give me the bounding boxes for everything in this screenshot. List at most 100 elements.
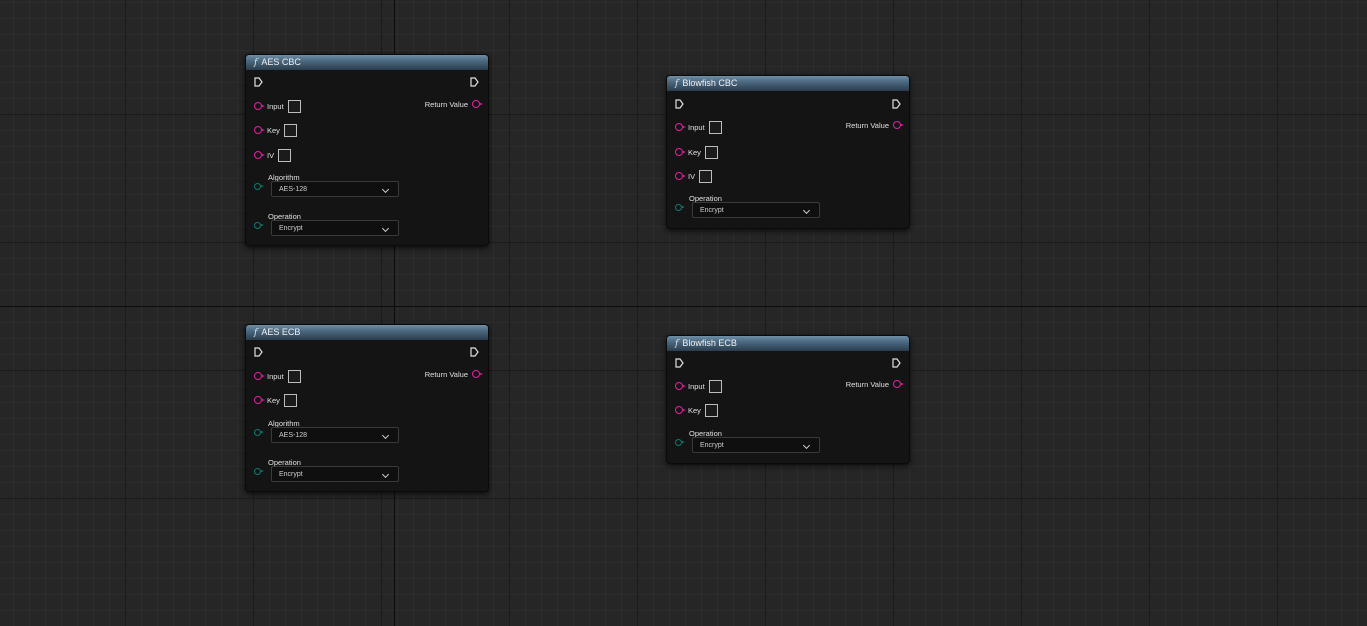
exec-in-pin-icon[interactable] bbox=[675, 99, 684, 109]
key-pin-row[interactable]: Key bbox=[675, 145, 718, 159]
function-icon: f bbox=[254, 328, 258, 338]
chevron-down-icon bbox=[381, 431, 390, 440]
input-pin-label: Input bbox=[688, 122, 705, 132]
iv-pin-label: IV bbox=[688, 171, 696, 181]
data-pin-icon[interactable] bbox=[472, 370, 483, 378]
node-title: Blowfish CBC bbox=[682, 78, 738, 88]
blueprint-graph-canvas[interactable]: f AES CBC Input Key IV Return Value Algo… bbox=[0, 0, 1367, 626]
key-pin-label: Key bbox=[688, 405, 701, 415]
key-pin-row[interactable]: Key bbox=[254, 393, 297, 407]
return-value-pin-row[interactable]: Return Value bbox=[424, 367, 483, 381]
exec-in-pin-icon[interactable] bbox=[254, 347, 263, 357]
data-pin-icon[interactable] bbox=[893, 121, 904, 129]
node-header[interactable]: f Blowfish ECB bbox=[667, 336, 909, 351]
input-pin-label: Input bbox=[267, 101, 284, 111]
operation-value: Encrypt bbox=[279, 471, 303, 478]
enum-pin-icon[interactable] bbox=[254, 429, 264, 436]
input-checkbox[interactable] bbox=[287, 369, 301, 383]
enum-pin-icon[interactable] bbox=[675, 204, 685, 211]
operation-value: Encrypt bbox=[700, 442, 724, 449]
iv-pin-row[interactable]: IV bbox=[254, 148, 292, 162]
data-pin-icon[interactable] bbox=[254, 102, 265, 110]
input-checkbox[interactable] bbox=[708, 379, 722, 393]
algorithm-value: AES-128 bbox=[279, 432, 308, 439]
input-checkbox[interactable] bbox=[708, 120, 722, 134]
chevron-down-icon bbox=[381, 185, 390, 194]
key-pin-row[interactable]: Key bbox=[254, 123, 297, 137]
node-blowfish-ecb[interactable]: f Blowfish ECB Input Key Return Value Ope… bbox=[666, 335, 910, 464]
chevron-down-icon bbox=[802, 206, 811, 215]
data-pin-icon[interactable] bbox=[254, 396, 265, 404]
node-title: Blowfish ECB bbox=[682, 338, 737, 348]
function-icon: f bbox=[254, 58, 258, 68]
node-aes-cbc[interactable]: f AES CBC Input Key IV Return Value Algo… bbox=[245, 54, 489, 246]
return-value-pin-row[interactable]: Return Value bbox=[424, 97, 483, 111]
exec-out-pin-icon[interactable] bbox=[892, 358, 901, 368]
return-value-label: Return Value bbox=[845, 379, 889, 389]
data-pin-icon[interactable] bbox=[675, 148, 686, 156]
key-checkbox[interactable] bbox=[283, 123, 297, 137]
data-pin-icon[interactable] bbox=[893, 380, 904, 388]
return-value-label: Return Value bbox=[845, 120, 889, 130]
algorithm-dropdown[interactable]: AES-128 bbox=[271, 181, 399, 197]
return-value-label: Return Value bbox=[424, 99, 468, 109]
exec-in-pin-icon[interactable] bbox=[254, 77, 263, 87]
exec-in-pin-icon[interactable] bbox=[675, 358, 684, 368]
enum-pin-icon[interactable] bbox=[675, 439, 685, 446]
node-title: AES ECB bbox=[261, 327, 301, 337]
exec-out-pin-icon[interactable] bbox=[892, 99, 901, 109]
input-pin-row[interactable]: Input bbox=[254, 99, 301, 113]
key-pin-label: Key bbox=[267, 125, 280, 135]
enum-pin-icon[interactable] bbox=[254, 222, 264, 229]
exec-out-pin-icon[interactable] bbox=[470, 77, 479, 87]
exec-out-pin-icon[interactable] bbox=[470, 347, 479, 357]
operation-dropdown[interactable]: Encrypt bbox=[271, 466, 399, 482]
node-aes-ecb[interactable]: f AES ECB Input Key Return Value Algorith… bbox=[245, 324, 489, 492]
iv-checkbox[interactable] bbox=[278, 148, 292, 162]
function-icon: f bbox=[675, 339, 679, 349]
data-pin-icon[interactable] bbox=[472, 100, 483, 108]
node-header[interactable]: f Blowfish CBC bbox=[667, 76, 909, 91]
input-pin-row[interactable]: Input bbox=[675, 379, 722, 393]
algorithm-value: AES-128 bbox=[279, 186, 308, 193]
operation-value: Encrypt bbox=[279, 225, 303, 232]
data-pin-icon[interactable] bbox=[675, 406, 686, 414]
input-pin-label: Input bbox=[688, 381, 705, 391]
enum-pin-icon[interactable] bbox=[254, 468, 264, 475]
return-value-pin-row[interactable]: Return Value bbox=[845, 118, 904, 132]
input-checkbox[interactable] bbox=[287, 99, 301, 113]
operation-dropdown[interactable]: Encrypt bbox=[271, 220, 399, 236]
enum-pin-icon[interactable] bbox=[254, 183, 264, 190]
key-pin-label: Key bbox=[688, 147, 701, 157]
key-checkbox[interactable] bbox=[704, 145, 718, 159]
data-pin-icon[interactable] bbox=[675, 172, 686, 180]
operation-dropdown[interactable]: Encrypt bbox=[692, 202, 820, 218]
key-checkbox[interactable] bbox=[704, 403, 718, 417]
iv-checkbox[interactable] bbox=[699, 169, 713, 183]
data-pin-icon[interactable] bbox=[254, 372, 265, 380]
input-pin-row[interactable]: Input bbox=[254, 369, 301, 383]
chevron-down-icon bbox=[381, 224, 390, 233]
input-pin-label: Input bbox=[267, 371, 284, 381]
input-pin-row[interactable]: Input bbox=[675, 120, 722, 134]
node-header[interactable]: f AES ECB bbox=[246, 325, 488, 340]
node-title: AES CBC bbox=[261, 57, 301, 67]
operation-dropdown[interactable]: Encrypt bbox=[692, 437, 820, 453]
key-checkbox[interactable] bbox=[283, 393, 297, 407]
iv-pin-row[interactable]: IV bbox=[675, 169, 713, 183]
return-value-label: Return Value bbox=[424, 369, 468, 379]
key-pin-label: Key bbox=[267, 395, 280, 405]
data-pin-icon[interactable] bbox=[675, 382, 686, 390]
origin-axis-horizontal bbox=[0, 306, 1367, 307]
data-pin-icon[interactable] bbox=[254, 151, 265, 159]
data-pin-icon[interactable] bbox=[675, 123, 686, 131]
chevron-down-icon bbox=[381, 470, 390, 479]
algorithm-dropdown[interactable]: AES-128 bbox=[271, 427, 399, 443]
return-value-pin-row[interactable]: Return Value bbox=[845, 377, 904, 391]
node-blowfish-cbc[interactable]: fBlowfish CBC Input Key IV Return Value bbox=[666, 75, 910, 229]
data-pin-icon[interactable] bbox=[254, 126, 265, 134]
chevron-down-icon bbox=[802, 441, 811, 450]
operation-value: Encrypt bbox=[700, 207, 724, 214]
node-header[interactable]: f AES CBC bbox=[246, 55, 488, 70]
key-pin-row[interactable]: Key bbox=[675, 403, 718, 417]
